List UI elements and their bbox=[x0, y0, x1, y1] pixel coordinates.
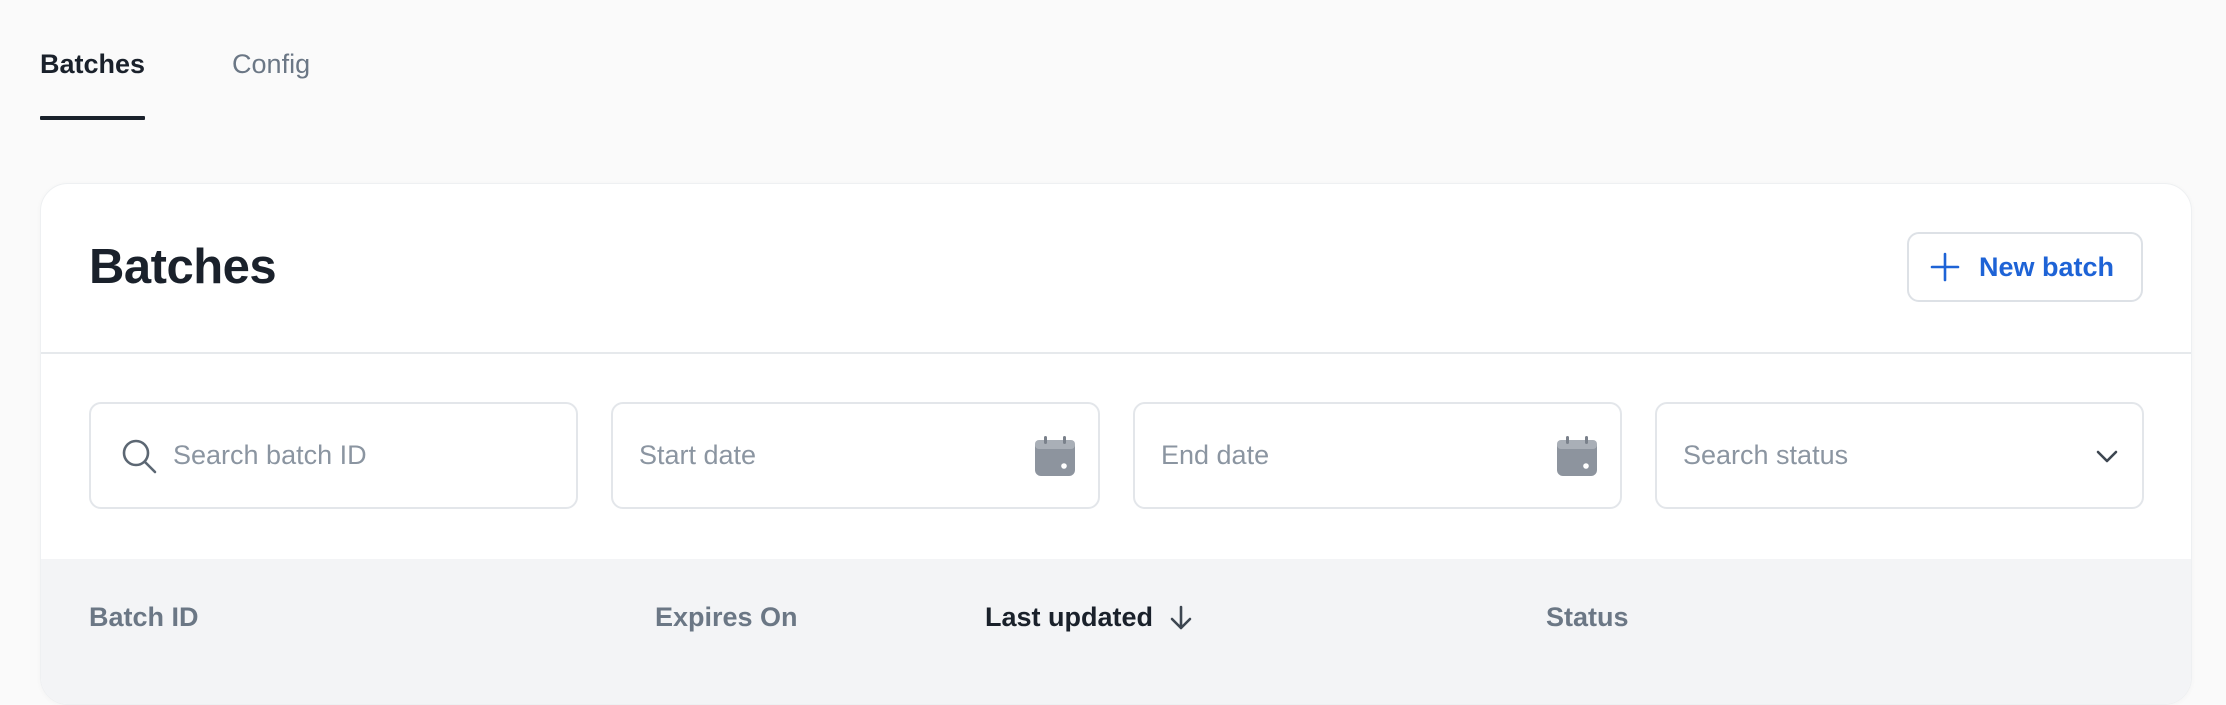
plus-icon bbox=[1929, 251, 1961, 283]
column-header-status[interactable]: Status bbox=[1546, 602, 1629, 633]
column-header-last-updated[interactable]: Last updated bbox=[985, 602, 1195, 633]
end-date-input[interactable] bbox=[1135, 403, 1556, 508]
calendar-icon[interactable] bbox=[1556, 435, 1598, 477]
arrow-down-icon bbox=[1167, 604, 1195, 632]
card-header: Batches New batch bbox=[41, 184, 2191, 354]
page-title: Batches bbox=[89, 240, 277, 294]
tab-batches[interactable]: Batches bbox=[40, 0, 146, 120]
chevron-down-icon[interactable] bbox=[2094, 443, 2120, 469]
search-icon bbox=[119, 436, 159, 476]
start-date-field bbox=[611, 402, 1100, 509]
search-batch-field bbox=[89, 402, 578, 509]
tab-config[interactable]: Config bbox=[232, 0, 310, 120]
calendar-icon[interactable] bbox=[1034, 435, 1076, 477]
column-header-label: Last updated bbox=[985, 602, 1154, 632]
table-header: Batch ID Expires On Last updated Status bbox=[41, 559, 2191, 704]
status-select[interactable] bbox=[1655, 402, 2144, 509]
column-header-label: Status bbox=[1546, 602, 1629, 632]
search-batch-input[interactable] bbox=[173, 403, 576, 508]
column-header-batch-id[interactable]: Batch ID bbox=[89, 602, 199, 633]
start-date-input[interactable] bbox=[613, 403, 1034, 508]
batches-card: Batches New batch Search batch ID Start … bbox=[40, 183, 2192, 705]
filter-bar bbox=[89, 402, 2144, 509]
status-search-input[interactable] bbox=[1657, 403, 2094, 508]
tab-bar: Batches Config bbox=[40, 0, 397, 120]
column-header-label: Expires On bbox=[655, 602, 798, 632]
new-batch-label: New batch bbox=[1979, 251, 2115, 282]
new-batch-button[interactable]: New batch bbox=[1907, 232, 2143, 302]
column-header-expires-on[interactable]: Expires On bbox=[655, 602, 798, 633]
end-date-field bbox=[1133, 402, 1622, 509]
column-header-label: Batch ID bbox=[89, 602, 199, 632]
